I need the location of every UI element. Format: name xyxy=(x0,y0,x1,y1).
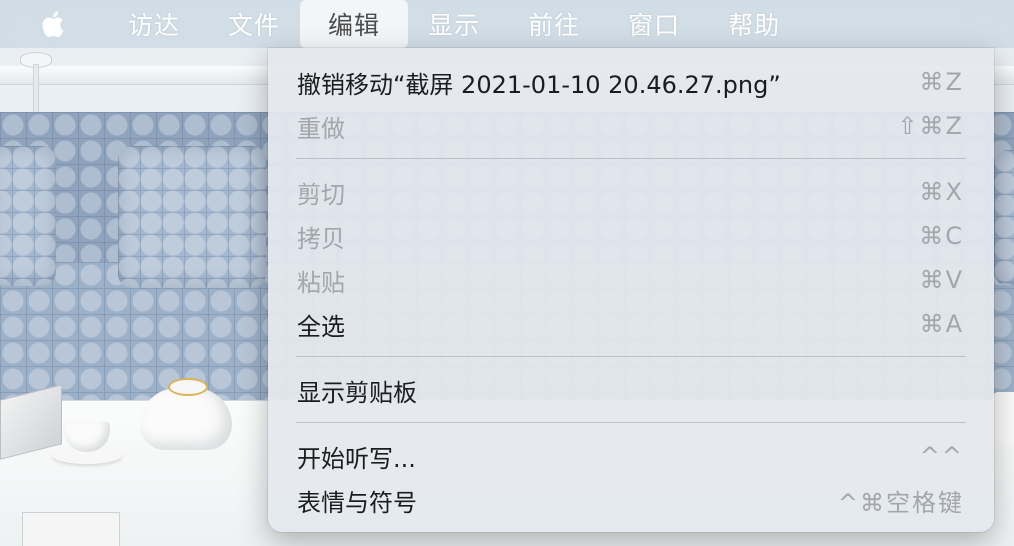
edit-menu-dropdown: 撤销移动“截屏 2021-01-10 20.46.27.png” ⌘Z 重做 ⇧… xyxy=(268,48,994,532)
shortcut-label: ^⌘空格键 xyxy=(837,488,964,517)
menu-item-emoji-symbols[interactable]: 表情与符号 ^⌘空格键 xyxy=(268,478,994,522)
menu-edit[interactable]: 编辑 xyxy=(300,0,409,48)
shortcut-label: ⌘C xyxy=(919,222,964,250)
menu-window[interactable]: 窗口 xyxy=(604,0,704,48)
menu-separator xyxy=(296,356,966,357)
menu-item-paste: 粘贴 ⌘V xyxy=(268,258,994,302)
pillow-left xyxy=(0,146,56,286)
teapot-right xyxy=(992,392,1014,444)
menu-item-label: 开始听写... xyxy=(297,444,416,473)
menu-item-label: 重做 xyxy=(297,114,345,143)
menu-item-show-clipboard[interactable]: 显示剪贴板 xyxy=(268,368,994,412)
menu-go[interactable]: 前往 xyxy=(504,0,604,48)
teapot-lid xyxy=(168,378,208,396)
shortcut-label: ⌘Z xyxy=(919,68,964,96)
menu-item-redo: 重做 ⇧⌘Z xyxy=(268,104,994,148)
menu-item-undo[interactable]: 撤销移动“截屏 2021-01-10 20.46.27.png” ⌘Z xyxy=(268,60,994,104)
menu-item-label: 全选 xyxy=(297,312,345,341)
wall-lamp xyxy=(20,52,52,114)
apple-menu-button[interactable] xyxy=(0,0,104,48)
teapot xyxy=(140,388,232,450)
shortcut-label: ⌘X xyxy=(919,178,964,206)
pillow-right xyxy=(994,150,1014,286)
menu-item-select-all[interactable]: 全选 ⌘A xyxy=(268,302,994,346)
menu-item-label: 剪切 xyxy=(297,180,345,209)
shortcut-label: ⌘V xyxy=(919,266,964,294)
shortcut-label: ⇧⌘Z xyxy=(897,112,964,140)
menu-item-label: 显示剪贴板 xyxy=(297,378,417,407)
apple-logo-icon xyxy=(42,11,64,38)
menu-separator xyxy=(296,422,966,423)
book-on-shelf xyxy=(22,512,120,546)
menu-help[interactable]: 帮助 xyxy=(704,0,804,48)
menu-item-label: 拷贝 xyxy=(297,224,345,253)
menu-item-cut: 剪切 ⌘X xyxy=(268,170,994,214)
menu-item-label: 粘贴 xyxy=(297,268,345,297)
shortcut-label: ^^ xyxy=(919,442,964,470)
menu-bar: 访达 文件 编辑 显示 前往 窗口 帮助 xyxy=(0,0,1014,48)
menu-item-label: 表情与符号 xyxy=(297,488,417,517)
menu-item-start-dictation[interactable]: 开始听写... ^^ xyxy=(268,434,994,478)
pillow-center xyxy=(118,146,266,288)
menu-item-label: 撤销移动“截屏 2021-01-10 20.46.27.png” xyxy=(297,70,781,99)
menu-finder[interactable]: 访达 xyxy=(104,0,204,48)
shortcut-label: ⌘A xyxy=(919,310,964,338)
menu-file[interactable]: 文件 xyxy=(204,0,304,48)
menu-item-copy: 拷贝 ⌘C xyxy=(268,214,994,258)
menu-separator xyxy=(296,158,966,159)
menu-view[interactable]: 显示 xyxy=(404,0,504,48)
